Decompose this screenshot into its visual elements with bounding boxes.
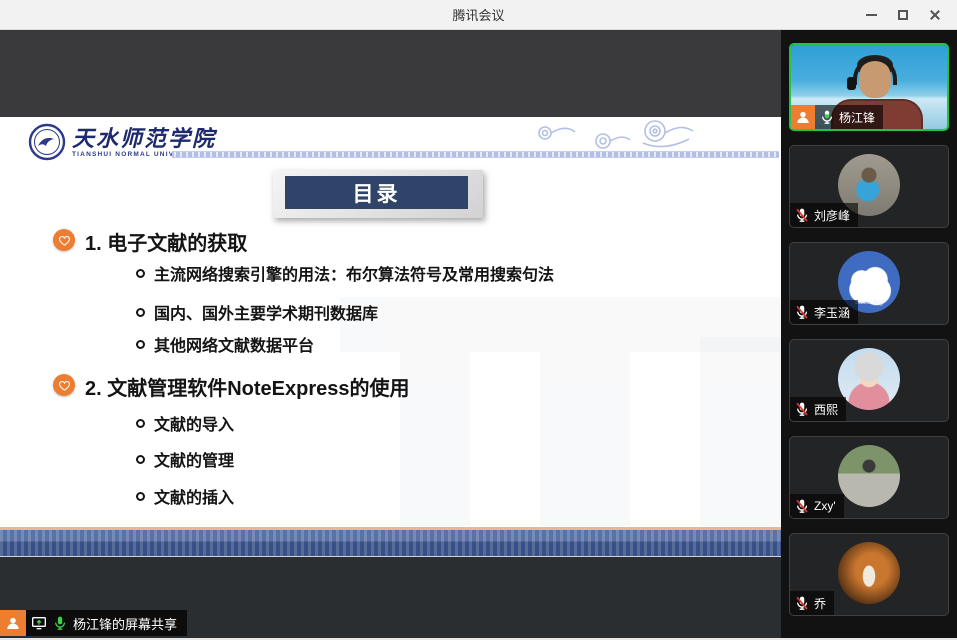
participant-name: 刘彦峰 bbox=[814, 207, 850, 224]
university-name-cn: 天水师范学院 bbox=[72, 127, 216, 151]
minimize-icon bbox=[866, 14, 877, 16]
person-badge-icon bbox=[0, 610, 26, 636]
participant-name: Zxy' bbox=[814, 499, 836, 513]
cloud-motif-decoration bbox=[505, 117, 695, 153]
participant-name: 乔 bbox=[814, 595, 826, 612]
screen-share-icon bbox=[31, 615, 47, 631]
mic-on-icon bbox=[52, 615, 68, 631]
mic-muted-icon bbox=[794, 401, 810, 417]
participant-tile[interactable]: 西熙 bbox=[789, 339, 949, 422]
heart-bullet-icon bbox=[53, 229, 75, 251]
toc-title: 目录 bbox=[353, 178, 401, 208]
maximize-icon bbox=[898, 10, 908, 20]
close-icon bbox=[929, 9, 941, 21]
circle-bullet-icon bbox=[136, 308, 145, 317]
participant-tile[interactable]: Zxy' bbox=[789, 436, 949, 519]
mic-muted-icon bbox=[794, 304, 810, 320]
meeting-window: 腾讯会议 天水师范学院 TIANSHUI NORMAL bbox=[0, 0, 957, 640]
main-area: 天水师范学院 TIANSHUI NORMAL UNIVERSITY bbox=[0, 30, 957, 638]
maximize-button[interactable] bbox=[887, 0, 919, 30]
share-banner-text: 杨江锋的屏幕共享 bbox=[73, 614, 177, 633]
screen-share-banner: 杨江锋的屏幕共享 bbox=[0, 610, 187, 636]
mic-muted-icon bbox=[794, 498, 810, 514]
slide-footer-band bbox=[0, 527, 781, 556]
participant-label: 杨江锋 bbox=[791, 105, 883, 129]
participant-label: 西熙 bbox=[790, 397, 846, 421]
circle-bullet-icon bbox=[136, 269, 145, 278]
mic-muted-icon bbox=[794, 207, 810, 223]
avatar bbox=[838, 542, 900, 604]
avatar bbox=[838, 445, 900, 507]
mic-muted-icon bbox=[794, 595, 810, 611]
share-chip: 杨江锋的屏幕共享 bbox=[26, 610, 187, 636]
toc-title-frame: 目录 bbox=[273, 170, 483, 218]
circle-bullet-icon bbox=[136, 492, 145, 501]
circle-bullet-icon bbox=[136, 340, 145, 349]
participant-label: 乔 bbox=[790, 591, 834, 615]
participant-tile[interactable]: 乔 bbox=[789, 533, 949, 616]
university-emblem-icon bbox=[28, 123, 66, 161]
participant-tile[interactable]: 刘彦峰 bbox=[789, 145, 949, 228]
participant-tile-active[interactable]: 杨江锋 bbox=[789, 43, 949, 131]
participant-label: Zxy' bbox=[790, 494, 844, 518]
toc-item: 文献的插入 bbox=[136, 484, 234, 508]
title-bar: 腾讯会议 bbox=[0, 0, 957, 30]
participants-sidebar: 杨江锋 刘彦峰 bbox=[781, 30, 957, 638]
participant-name: 李玉涵 bbox=[814, 304, 850, 321]
minimize-button[interactable] bbox=[855, 0, 887, 30]
toc-item: 主流网络搜索引擎的用法：布尔算法符号及常用搜索句法 bbox=[136, 261, 554, 285]
shared-screen-stage: 天水师范学院 TIANSHUI NORMAL UNIVERSITY bbox=[0, 30, 781, 638]
mic-on-icon bbox=[819, 109, 835, 125]
toc-item: 文献的导入 bbox=[136, 411, 234, 435]
window-title: 腾讯会议 bbox=[452, 5, 504, 24]
participant-name: 西熙 bbox=[814, 401, 838, 418]
section-heading: 1. 电子文献的获取 bbox=[85, 227, 247, 256]
toc-item: 文献的管理 bbox=[136, 447, 234, 471]
participant-label: 李玉涵 bbox=[790, 300, 858, 324]
wave-border-decoration bbox=[172, 151, 779, 158]
section-heading: 2. 文献管理软件NoteExpress的使用 bbox=[85, 372, 410, 401]
toc-item: 其他网络文献数据平台 bbox=[136, 332, 314, 356]
toc-title-box: 目录 bbox=[285, 176, 468, 209]
window-controls bbox=[855, 0, 951, 30]
avatar bbox=[838, 348, 900, 410]
participant-tile[interactable]: Sweet hug 李玉涵 bbox=[789, 242, 949, 325]
toc-item: 国内、国外主要学术期刊数据库 bbox=[136, 300, 378, 324]
heart-bullet-icon bbox=[53, 374, 75, 396]
person-badge-icon bbox=[791, 105, 815, 129]
participant-name: 杨江锋 bbox=[839, 109, 875, 126]
participant-label: 刘彦峰 bbox=[790, 203, 858, 227]
close-button[interactable] bbox=[919, 0, 951, 30]
circle-bullet-icon bbox=[136, 455, 145, 464]
circle-bullet-icon bbox=[136, 419, 145, 428]
presentation-slide: 天水师范学院 TIANSHUI NORMAL UNIVERSITY bbox=[0, 117, 781, 557]
